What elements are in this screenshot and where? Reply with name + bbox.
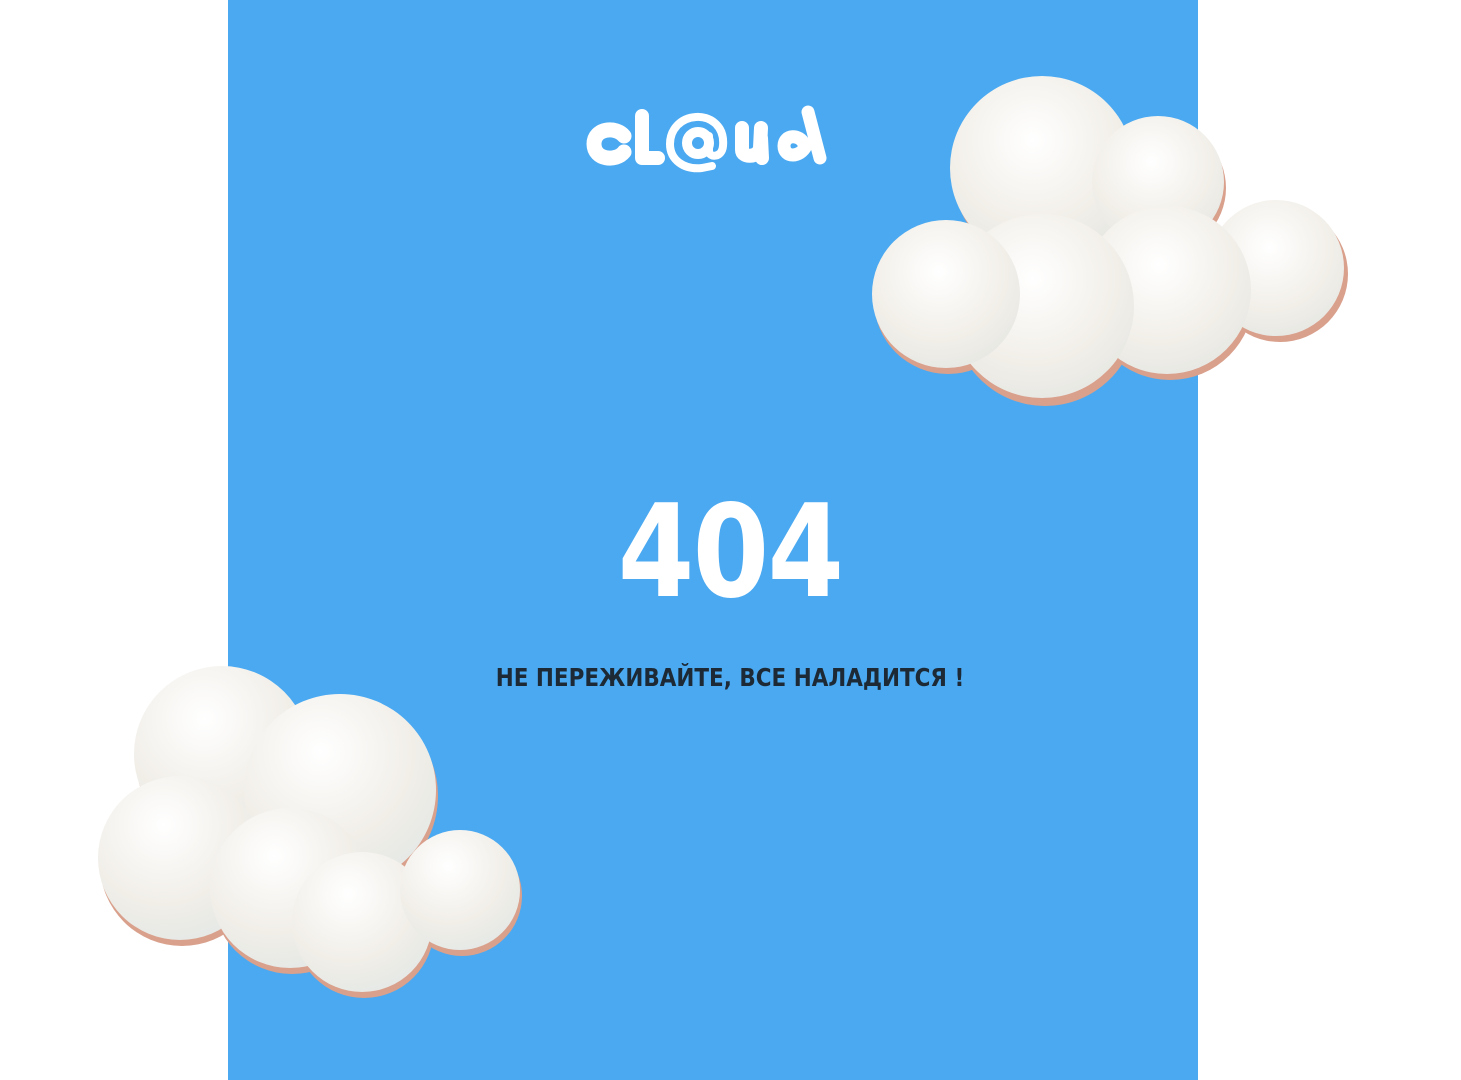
error-page: 404 НЕ ПЕРЕЖИВАЙТЕ, ВСЕ НАЛАДИТСЯ !	[0, 0, 1461, 1080]
logo-graphic	[586, 105, 827, 173]
reassurance-message: НЕ ПЕРЕЖИВАЙТЕ, ВСЕ НАЛАДИТСЯ !	[495, 663, 965, 692]
error-code-heading: 404	[617, 478, 844, 627]
cloud-illustration-top	[870, 76, 1356, 410]
cloud-illustration-bottom	[92, 664, 526, 1000]
brand-logo[interactable]	[580, 96, 840, 186]
